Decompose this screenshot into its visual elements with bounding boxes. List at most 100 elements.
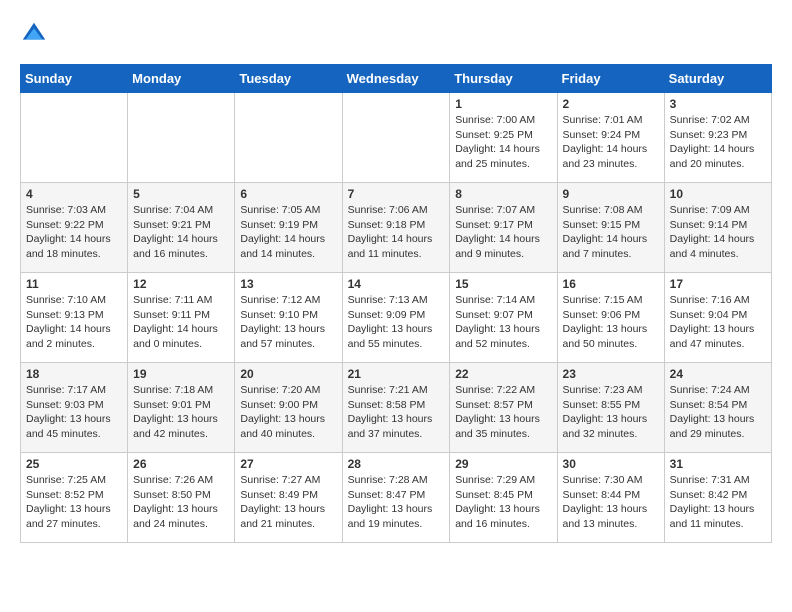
cell-date-number: 12 — [133, 277, 229, 291]
calendar-cell: 18 Sunrise: 7:17 AMSunset: 9:03 PMDayligh… — [21, 363, 128, 453]
cell-info-text: Sunrise: 7:16 AMSunset: 9:04 PMDaylight:… — [670, 293, 766, 352]
cell-date-number: 21 — [348, 367, 445, 381]
cell-date-number: 20 — [240, 367, 336, 381]
cell-date-number: 25 — [26, 457, 122, 471]
calendar-cell: 13Sunrise: 7:12 AMSunset: 9:10 PMDayligh… — [235, 273, 342, 363]
cell-date-number: 17 — [670, 277, 766, 291]
calendar-cell: 27 Sunrise: 7:27 AMSunset: 8:49 PMDayligh… — [235, 453, 342, 543]
cell-date-number: 1 — [455, 97, 551, 111]
cell-date-number: 7 — [348, 187, 445, 201]
cell-date-number: 29 — [455, 457, 551, 471]
calendar-cell: 16Sunrise: 7:15 AMSunset: 9:06 PMDayligh… — [557, 273, 664, 363]
cell-info-text: Sunrise: 7:31 AMSunset: 8:42 PMDaylight:… — [670, 473, 766, 532]
cell-info-text: Sunrise: 7:09 AMSunset: 9:14 PMDaylight:… — [670, 203, 766, 262]
calendar-cell: 11 Sunrise: 7:10 AMSunset: 9:13 PMDayligh… — [21, 273, 128, 363]
calendar-cell: 22 Sunrise: 7:22 AMSunset: 8:57 PMDayligh… — [450, 363, 557, 453]
day-header-thursday: Thursday — [450, 65, 557, 93]
calendar-cell: 25 Sunrise: 7:25 AMSunset: 8:52 PMDayligh… — [21, 453, 128, 543]
calendar-cell: 26 Sunrise: 7:26 AMSunset: 8:50 PMDayligh… — [128, 453, 235, 543]
cell-date-number: 30 — [563, 457, 659, 471]
calendar-cell — [21, 93, 128, 183]
logo — [20, 20, 52, 48]
cell-date-number: 24 — [670, 367, 766, 381]
page-header — [20, 20, 772, 48]
cell-date-number: 28 — [348, 457, 445, 471]
cell-info-text: Sunrise: 7:06 AMSunset: 9:18 PMDaylight:… — [348, 203, 445, 262]
calendar-cell: 12 Sunrise: 7:11 AMSunset: 9:11 PMDayligh… — [128, 273, 235, 363]
day-header-tuesday: Tuesday — [235, 65, 342, 93]
cell-info-text: Sunrise: 7:28 AMSunset: 8:47 PMDaylight:… — [348, 473, 445, 532]
cell-date-number: 11 — [26, 277, 122, 291]
day-header-monday: Monday — [128, 65, 235, 93]
calendar-week-row: 11 Sunrise: 7:10 AMSunset: 9:13 PMDayligh… — [21, 273, 772, 363]
cell-info-text: Sunrise: 7:20 AMSunset: 9:00 PMDaylight:… — [240, 383, 336, 442]
cell-date-number: 16 — [563, 277, 659, 291]
cell-date-number: 9 — [563, 187, 659, 201]
cell-date-number: 13 — [240, 277, 336, 291]
calendar-cell: 7 Sunrise: 7:06 AMSunset: 9:18 PMDaylight… — [342, 183, 450, 273]
cell-info-text: Sunrise: 7:00 AMSunset: 9:25 PMDaylight:… — [455, 113, 551, 172]
cell-date-number: 8 — [455, 187, 551, 201]
cell-info-text: Sunrise: 7:21 AMSunset: 8:58 PMDaylight:… — [348, 383, 445, 442]
cell-info-text: Sunrise: 7:22 AMSunset: 8:57 PMDaylight:… — [455, 383, 551, 442]
calendar-cell: 1 Sunrise: 7:00 AMSunset: 9:25 PMDaylight… — [450, 93, 557, 183]
cell-date-number: 14 — [348, 277, 445, 291]
calendar-cell — [342, 93, 450, 183]
calendar-cell: 14 Sunrise: 7:13 AMSunset: 9:09 PMDayligh… — [342, 273, 450, 363]
calendar-cell: 30 Sunrise: 7:30 AMSunset: 8:44 PMDayligh… — [557, 453, 664, 543]
day-header-wednesday: Wednesday — [342, 65, 450, 93]
cell-info-text: Sunrise: 7:18 AMSunset: 9:01 PMDaylight:… — [133, 383, 229, 442]
calendar-cell: 15Sunrise: 7:14 AMSunset: 9:07 PMDayligh… — [450, 273, 557, 363]
cell-date-number: 18 — [26, 367, 122, 381]
cell-info-text: Sunrise: 7:10 AMSunset: 9:13 PMDaylight:… — [26, 293, 122, 352]
cell-info-text: Sunrise: 7:02 AMSunset: 9:23 PMDaylight:… — [670, 113, 766, 172]
cell-date-number: 31 — [670, 457, 766, 471]
cell-date-number: 15 — [455, 277, 551, 291]
calendar-cell: 23 Sunrise: 7:23 AMSunset: 8:55 PMDayligh… — [557, 363, 664, 453]
day-header-friday: Friday — [557, 65, 664, 93]
calendar-cell: 4Sunrise: 7:03 AMSunset: 9:22 PMDaylight… — [21, 183, 128, 273]
cell-date-number: 23 — [563, 367, 659, 381]
calendar-cell: 3 Sunrise: 7:02 AMSunset: 9:23 PMDaylight… — [664, 93, 771, 183]
cell-date-number: 10 — [670, 187, 766, 201]
day-header-saturday: Saturday — [664, 65, 771, 93]
cell-info-text: Sunrise: 7:26 AMSunset: 8:50 PMDaylight:… — [133, 473, 229, 532]
calendar-header-row: SundayMondayTuesdayWednesdayThursdayFrid… — [21, 65, 772, 93]
day-header-sunday: Sunday — [21, 65, 128, 93]
cell-info-text: Sunrise: 7:03 AMSunset: 9:22 PMDaylight:… — [26, 203, 122, 262]
calendar-week-row: 4Sunrise: 7:03 AMSunset: 9:22 PMDaylight… — [21, 183, 772, 273]
cell-info-text: Sunrise: 7:29 AMSunset: 8:45 PMDaylight:… — [455, 473, 551, 532]
cell-info-text: Sunrise: 7:24 AMSunset: 8:54 PMDaylight:… — [670, 383, 766, 442]
calendar-cell: 17 Sunrise: 7:16 AMSunset: 9:04 PMDayligh… — [664, 273, 771, 363]
calendar-cell: 24 Sunrise: 7:24 AMSunset: 8:54 PMDayligh… — [664, 363, 771, 453]
calendar-cell — [128, 93, 235, 183]
cell-info-text: Sunrise: 7:11 AMSunset: 9:11 PMDaylight:… — [133, 293, 229, 352]
calendar-cell: 5Sunrise: 7:04 AMSunset: 9:21 PMDaylight… — [128, 183, 235, 273]
cell-date-number: 3 — [670, 97, 766, 111]
cell-info-text: Sunrise: 7:30 AMSunset: 8:44 PMDaylight:… — [563, 473, 659, 532]
calendar-week-row: 18 Sunrise: 7:17 AMSunset: 9:03 PMDayligh… — [21, 363, 772, 453]
cell-date-number: 22 — [455, 367, 551, 381]
cell-info-text: Sunrise: 7:25 AMSunset: 8:52 PMDaylight:… — [26, 473, 122, 532]
cell-info-text: Sunrise: 7:17 AMSunset: 9:03 PMDaylight:… — [26, 383, 122, 442]
cell-date-number: 2 — [563, 97, 659, 111]
cell-info-text: Sunrise: 7:23 AMSunset: 8:55 PMDaylight:… — [563, 383, 659, 442]
calendar-week-row: 25 Sunrise: 7:25 AMSunset: 8:52 PMDayligh… — [21, 453, 772, 543]
calendar-cell — [235, 93, 342, 183]
cell-info-text: Sunrise: 7:13 AMSunset: 9:09 PMDaylight:… — [348, 293, 445, 352]
calendar-cell: 20 Sunrise: 7:20 AMSunset: 9:00 PMDayligh… — [235, 363, 342, 453]
calendar-cell: 2 Sunrise: 7:01 AMSunset: 9:24 PMDaylight… — [557, 93, 664, 183]
calendar-week-row: 1 Sunrise: 7:00 AMSunset: 9:25 PMDaylight… — [21, 93, 772, 183]
cell-date-number: 26 — [133, 457, 229, 471]
cell-date-number: 27 — [240, 457, 336, 471]
calendar-table: SundayMondayTuesdayWednesdayThursdayFrid… — [20, 64, 772, 543]
calendar-cell: 10 Sunrise: 7:09 AMSunset: 9:14 PMDayligh… — [664, 183, 771, 273]
calendar-cell: 19Sunrise: 7:18 AMSunset: 9:01 PMDayligh… — [128, 363, 235, 453]
cell-info-text: Sunrise: 7:04 AMSunset: 9:21 PMDaylight:… — [133, 203, 229, 262]
cell-info-text: Sunrise: 7:05 AMSunset: 9:19 PMDaylight:… — [240, 203, 336, 262]
calendar-cell: 29 Sunrise: 7:29 AMSunset: 8:45 PMDayligh… — [450, 453, 557, 543]
calendar-cell: 8Sunrise: 7:07 AMSunset: 9:17 PMDaylight… — [450, 183, 557, 273]
cell-info-text: Sunrise: 7:27 AMSunset: 8:49 PMDaylight:… — [240, 473, 336, 532]
cell-info-text: Sunrise: 7:01 AMSunset: 9:24 PMDaylight:… — [563, 113, 659, 172]
cell-info-text: Sunrise: 7:08 AMSunset: 9:15 PMDaylight:… — [563, 203, 659, 262]
